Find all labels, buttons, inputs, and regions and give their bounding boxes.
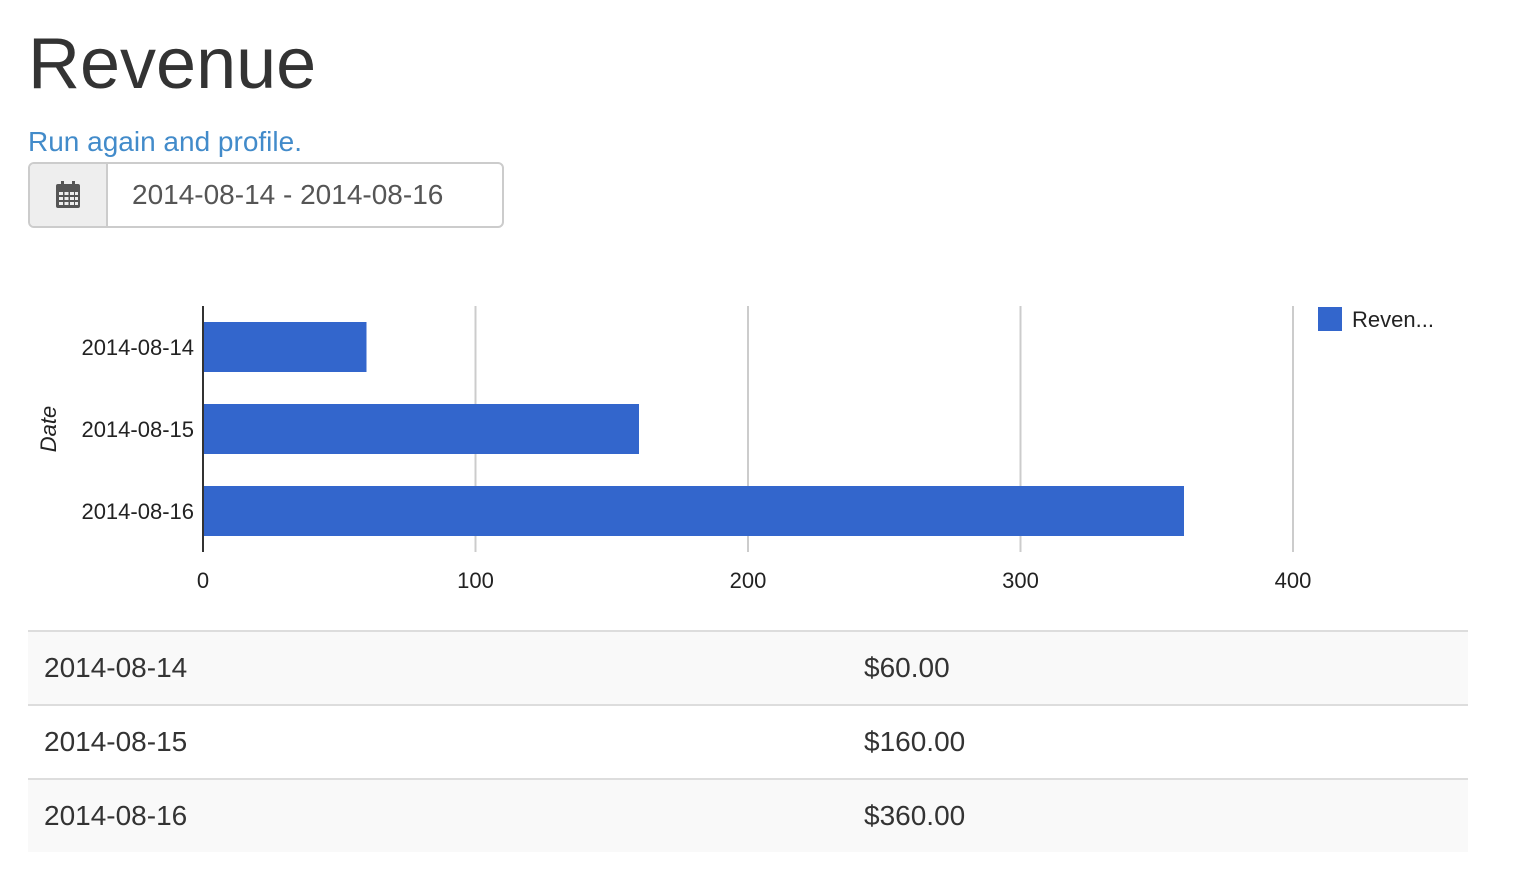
bar-2014-08-16[interactable] xyxy=(203,486,1184,536)
x-tick-label: 200 xyxy=(730,568,767,593)
x-tick-label: 0 xyxy=(197,568,209,593)
table-row: 2014-08-16 $360.00 xyxy=(28,778,1468,852)
table-row: 2014-08-15 $160.00 xyxy=(28,704,1468,779)
date-cell: 2014-08-16 xyxy=(28,778,848,852)
run-again-profile-link[interactable]: Run again and profile. xyxy=(28,124,302,160)
x-tick-label: 100 xyxy=(457,568,494,593)
bar-2014-08-14[interactable] xyxy=(203,322,367,372)
y-axis-title: Date xyxy=(36,406,61,452)
legend-swatch xyxy=(1318,307,1342,331)
date-range-picker[interactable] xyxy=(28,162,504,228)
y-tick-label: 2014-08-15 xyxy=(81,417,194,442)
x-tick-label: 400 xyxy=(1275,568,1312,593)
amount-cell: $160.00 xyxy=(848,704,1468,779)
y-tick-label: 2014-08-16 xyxy=(81,499,194,524)
date-cell: 2014-08-15 xyxy=(28,704,848,779)
revenue-bar-chart: 0 100 200 300 400 2014-08-14 2014-08-15 2014-08… xyxy=(36,306,1434,593)
amount-cell: $360.00 xyxy=(848,778,1468,852)
calendar-icon[interactable] xyxy=(30,164,108,226)
y-tick-label: 2014-08-14 xyxy=(81,335,194,360)
bar-2014-08-15[interactable] xyxy=(203,404,639,454)
page-title: Revenue xyxy=(28,24,317,104)
legend-label: Reven... xyxy=(1352,307,1434,332)
amount-cell: $60.00 xyxy=(848,630,1468,705)
date-cell: 2014-08-14 xyxy=(28,630,848,705)
revenue-table: 2014-08-14 $60.00 2014-08-15 $160.00 2014-08… xyxy=(28,630,1468,852)
table-row: 2014-08-14 $60.00 xyxy=(28,630,1468,705)
x-tick-label: 300 xyxy=(1002,568,1039,593)
date-range-input[interactable] xyxy=(108,164,502,226)
